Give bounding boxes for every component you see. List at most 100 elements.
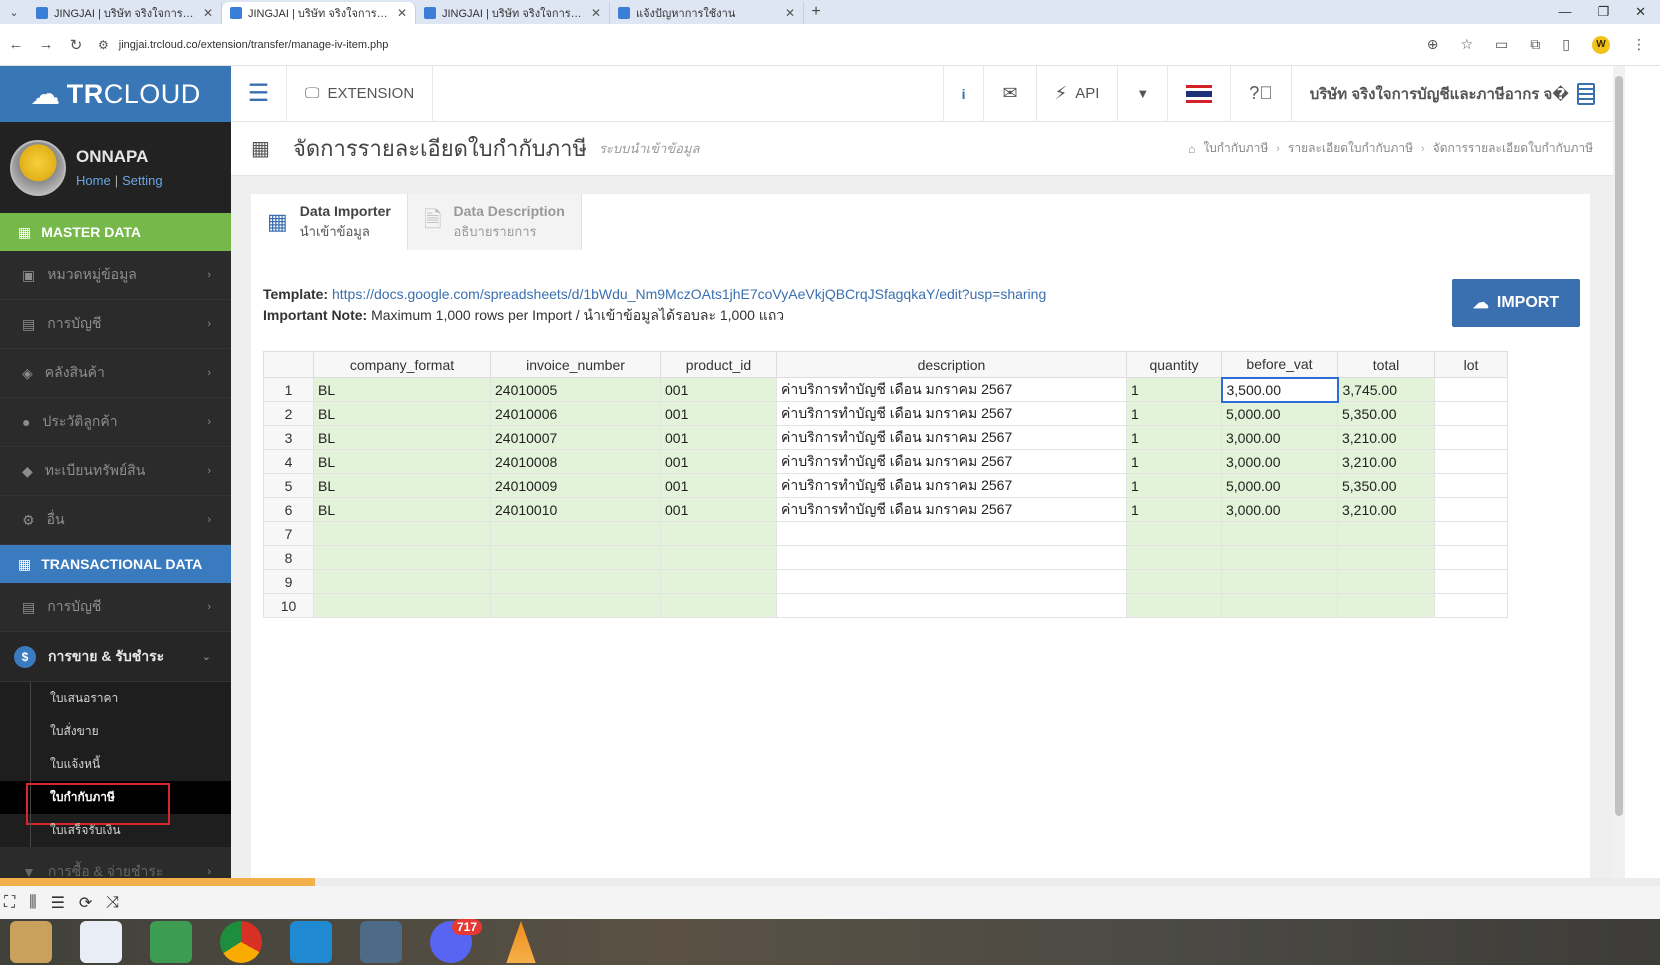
extensions-icon[interactable]: ⧉	[1530, 36, 1540, 53]
cell-product-id[interactable]: 001	[660, 377, 777, 402]
file-manager-icon[interactable]	[10, 921, 52, 963]
video-progress-bar[interactable]	[0, 878, 1660, 886]
cell-total[interactable]: 3,745.00	[1337, 377, 1435, 402]
cell-quantity[interactable]	[1126, 521, 1222, 546]
cell-product-id[interactable]	[660, 569, 777, 594]
profile-avatar[interactable]: W	[1592, 35, 1610, 54]
cell-invoice-number[interactable]	[490, 545, 661, 570]
template-link[interactable]: https://docs.google.com/spreadsheets/d/1…	[332, 286, 1046, 302]
cell-description[interactable]	[776, 521, 1127, 546]
tab-data-importer[interactable]: ▦ Data Importer นำเข้าข้อมูล	[251, 194, 408, 250]
cell-description[interactable]	[776, 569, 1127, 594]
column-header-product-id[interactable]: product_id	[660, 351, 777, 378]
row-number[interactable]: 6	[263, 497, 314, 522]
close-tab-icon[interactable]: ✕	[203, 6, 213, 20]
sidebar-sub-invoice[interactable]: ใบแจ้งหนี้	[0, 748, 231, 781]
cell-company-format[interactable]: BL	[313, 425, 491, 450]
cell-product-id[interactable]: 001	[660, 473, 777, 498]
sidebar-item-accounting[interactable]: ▤ การบัญชี ›	[0, 300, 231, 349]
cell-before-vat[interactable]: 5,000.00	[1221, 401, 1338, 426]
forward-arrow-icon[interactable]: →	[38, 36, 54, 53]
api-button[interactable]: ⚡ API	[1035, 65, 1118, 122]
cell-invoice-number[interactable]	[490, 593, 661, 618]
row-number[interactable]: 5	[263, 473, 314, 498]
url-field[interactable]: ⚙ jingjai.trcloud.co/extension/transfer/…	[98, 38, 1413, 52]
cell-invoice-number[interactable]: 24010005	[490, 377, 661, 402]
cell-before-vat[interactable]: 3,000.00	[1221, 497, 1338, 522]
cell-invoice-number[interactable]: 24010006	[490, 401, 661, 426]
cell-lot[interactable]	[1434, 545, 1508, 570]
spreadsheet-app-icon[interactable]	[150, 921, 192, 963]
fullscreen-icon[interactable]: ⛶	[4, 894, 15, 912]
loop-icon[interactable]: ⟳	[79, 893, 92, 913]
cell-before-vat[interactable]	[1221, 569, 1338, 594]
sidebar-item-other[interactable]: ⚙ อื่น ›	[0, 496, 231, 545]
sidebar-item-sales[interactable]: $ การขาย & รับชำระ ⌄	[0, 632, 231, 682]
cell-invoice-number[interactable]	[490, 569, 661, 594]
row-number[interactable]: 2	[263, 401, 314, 426]
cell-product-id[interactable]: 001	[660, 497, 777, 522]
breadcrumb-item-2[interactable]: รายละเอียดใบกำกับภาษี	[1288, 139, 1413, 158]
bird-app-icon[interactable]	[360, 921, 402, 963]
cell-lot[interactable]	[1434, 377, 1508, 402]
cell-before-vat[interactable]	[1221, 545, 1338, 570]
cell-description[interactable]	[776, 545, 1127, 570]
equalizer-icon[interactable]: ⫼	[29, 894, 36, 912]
tab-data-description[interactable]: 🗎 Data Description อธิบายรายการ	[408, 194, 582, 250]
bookmark-star-icon[interactable]: ☆	[1460, 36, 1473, 53]
trcloud-logo[interactable]: ☁ TRCLOUD	[0, 66, 231, 122]
setting-link[interactable]: Setting	[122, 173, 162, 188]
cell-company-format[interactable]: BL	[313, 401, 491, 426]
column-header-company-format[interactable]: company_format	[313, 351, 491, 378]
hamburger-menu-icon[interactable]: ☰	[231, 79, 286, 108]
restore-icon[interactable]: ❐	[1597, 4, 1609, 20]
row-number[interactable]: 3	[263, 425, 314, 450]
cell-quantity[interactable]	[1126, 593, 1222, 618]
cell-invoice-number[interactable]	[490, 521, 661, 546]
cell-total[interactable]	[1337, 569, 1435, 594]
row-number[interactable]: 1	[263, 377, 314, 402]
cell-company-format[interactable]	[313, 593, 491, 618]
row-number[interactable]: 9	[263, 569, 314, 594]
cell-product-id[interactable]: 001	[660, 449, 777, 474]
cell-company-format[interactable]	[313, 545, 491, 570]
cell-company-format[interactable]: BL	[313, 449, 491, 474]
browser-tab-1[interactable]: JINGJAI | บริษัท จริงใจการบัญชีและ ✕	[28, 2, 222, 24]
column-header-total[interactable]: total	[1337, 351, 1435, 378]
company-selector[interactable]: บริษัท จริงใจการบัญชีและภาษีอากร จ�	[1290, 65, 1613, 122]
sidebar-item-customer-history[interactable]: ● ประวัติลูกค้า ›	[0, 398, 231, 447]
cell-quantity[interactable]: 1	[1126, 425, 1222, 450]
cell-lot[interactable]	[1434, 425, 1508, 450]
sidebar-sub-tax-invoice[interactable]: ใบกำกับภาษี	[0, 781, 231, 825]
cell-company-format[interactable]	[313, 569, 491, 594]
shuffle-icon[interactable]: ⤨	[106, 894, 119, 912]
cell-company-format[interactable]: BL	[313, 497, 491, 522]
cell-invoice-number[interactable]: 24010008	[490, 449, 661, 474]
site-settings-icon[interactable]: ⚙	[98, 38, 109, 52]
minimize-icon[interactable]: —	[1558, 4, 1571, 20]
cell-lot[interactable]	[1434, 449, 1508, 474]
cell-quantity[interactable]	[1126, 545, 1222, 570]
info-button[interactable]: i	[942, 65, 984, 122]
browser-menu-icon[interactable]: ⋮	[1632, 36, 1646, 53]
dropdown-button[interactable]: ▼	[1117, 65, 1167, 122]
cell-lot[interactable]	[1434, 497, 1508, 522]
cell-description[interactable]: ค่าบริการทำบัญชี เดือน มกราคม 2567	[776, 401, 1127, 426]
cell-lot[interactable]	[1434, 521, 1508, 546]
import-button[interactable]: ☁ IMPORT	[1452, 279, 1580, 327]
cell-quantity[interactable]: 1	[1126, 449, 1222, 474]
row-number[interactable]: 7	[263, 521, 314, 546]
home-link[interactable]: Home	[76, 173, 111, 188]
column-header-description[interactable]: description	[776, 351, 1127, 378]
close-tab-icon[interactable]: ✕	[785, 6, 795, 20]
cell-total[interactable]	[1337, 521, 1435, 546]
cell-product-id[interactable]: 001	[660, 425, 777, 450]
sidebar-item-category[interactable]: ▣ หมวดหมู่ข้อมูล ›	[0, 251, 231, 300]
cell-before-vat[interactable]	[1221, 593, 1338, 618]
column-header-invoice-number[interactable]: invoice_number	[490, 351, 661, 378]
cell-product-id[interactable]	[660, 593, 777, 618]
cell-quantity[interactable]: 1	[1126, 473, 1222, 498]
cell-total[interactable]: 3,210.00	[1337, 425, 1435, 450]
mail-button[interactable]: ✉	[983, 65, 1035, 122]
column-header-lot[interactable]: lot	[1434, 351, 1508, 378]
